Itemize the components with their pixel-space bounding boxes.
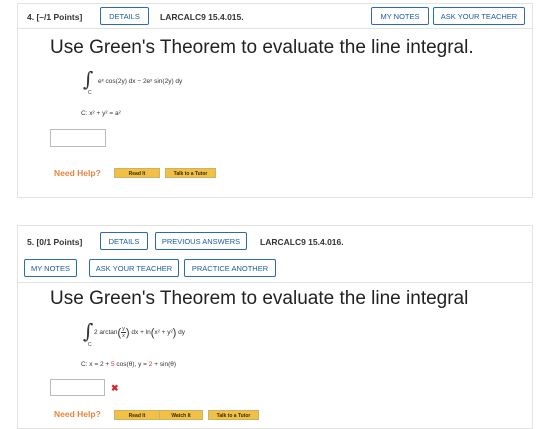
question-5-number-points: 5. [0/1 Points]: [27, 237, 83, 247]
ask-your-teacher-button[interactable]: ASK YOUR TEACHER: [433, 7, 525, 25]
question-4-code: LARCALC9 15.4.015.: [160, 12, 244, 22]
integrand-expression: 2 arctan(y x) dx + ln(x² + y²) dy: [94, 326, 186, 340]
question-4-prompt: Use Green's Theorem to evaluate the line…: [50, 37, 474, 58]
question-4-number-points: 4. [–/1 Points]: [27, 12, 83, 22]
integral-sign: ∫: [83, 319, 94, 343]
talk-to-tutor-button[interactable]: Talk to a Tutor: [165, 168, 216, 178]
question-5-panel: 5. [0/1 Points] DETAILS PREVIOUS ANSWERS…: [17, 225, 533, 429]
integral-sign: ∫: [83, 67, 94, 91]
question-5-header-row1: 5. [0/1 Points] DETAILS PREVIOUS ANSWERS…: [18, 226, 532, 256]
practice-another-button[interactable]: PRACTICE ANOTHER: [184, 259, 276, 277]
my-notes-button[interactable]: MY NOTES: [371, 7, 429, 25]
read-it-button[interactable]: Read It: [114, 168, 160, 178]
question-4-header: 4. [–/1 Points] DETAILS LARCALC9 15.4.01…: [18, 4, 532, 29]
read-it-button[interactable]: Read It: [114, 410, 160, 420]
question-5-code: LARCALC9 15.4.016.: [260, 237, 344, 247]
integrand-expression: eˣ cos(2y) dx − 2eˣ sin(2y) dy: [98, 78, 183, 85]
integral-subscript: C: [88, 90, 92, 96]
incorrect-x-icon: ✖: [111, 383, 119, 393]
talk-to-tutor-button[interactable]: Talk to a Tutor: [208, 410, 259, 420]
question-5-header-divider: [18, 282, 532, 283]
answer-input[interactable]: [50, 379, 105, 396]
need-help-label: Need Help?: [54, 168, 101, 178]
details-button[interactable]: DETAILS: [100, 232, 148, 250]
details-button[interactable]: DETAILS: [100, 7, 149, 25]
watch-it-button[interactable]: Watch It: [159, 410, 203, 420]
curve-definition: C: x = 2 + 5 cos(θ), y = 2 + sin(θ): [81, 361, 177, 368]
ask-your-teacher-button[interactable]: ASK YOUR TEACHER: [89, 259, 179, 277]
my-notes-button[interactable]: MY NOTES: [24, 259, 77, 277]
integral-subscript: C: [88, 342, 92, 348]
question-4-panel: 4. [–/1 Points] DETAILS LARCALC9 15.4.01…: [17, 3, 533, 198]
need-help-label: Need Help?: [54, 409, 101, 419]
answer-input[interactable]: [50, 129, 106, 147]
question-5-prompt: Use Green's Theorem to evaluate the line…: [50, 288, 469, 309]
previous-answers-button[interactable]: PREVIOUS ANSWERS: [155, 232, 247, 250]
curve-definition: C: x² + y² = a²: [81, 110, 121, 117]
